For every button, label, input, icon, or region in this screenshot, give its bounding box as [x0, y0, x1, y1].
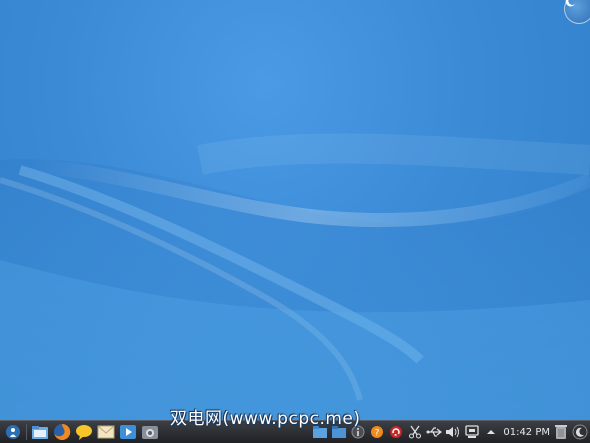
wallpaper-waves — [0, 133, 590, 420]
clock[interactable]: 01:42 PM — [503, 427, 550, 438]
mail-icon[interactable] — [97, 423, 115, 441]
firefox-icon[interactable] — [53, 423, 71, 441]
screenshot-icon[interactable] — [141, 423, 159, 441]
taskbar-separator — [26, 424, 27, 440]
help-icon[interactable]: ? — [369, 424, 385, 440]
watermark-text: 双电网(www.pcpc.me) — [170, 409, 361, 429]
usb-icon[interactable] — [426, 424, 443, 440]
desktop-wallpaper — [0, 0, 590, 420]
update-icon[interactable] — [388, 424, 404, 440]
kickoff-menu-icon[interactable] — [4, 423, 22, 441]
svg-text:?: ? — [375, 429, 380, 439]
network-icon[interactable] — [464, 424, 480, 440]
panel-toolbox-icon[interactable] — [572, 424, 588, 440]
scissors-icon[interactable] — [407, 424, 423, 440]
trash-icon[interactable] — [553, 424, 569, 440]
chat-icon[interactable] — [75, 423, 93, 441]
tray-expand-icon[interactable] — [483, 424, 499, 440]
volume-icon[interactable] — [445, 424, 461, 440]
media-player-icon[interactable] — [119, 423, 137, 441]
file-manager-icon[interactable] — [31, 423, 49, 441]
